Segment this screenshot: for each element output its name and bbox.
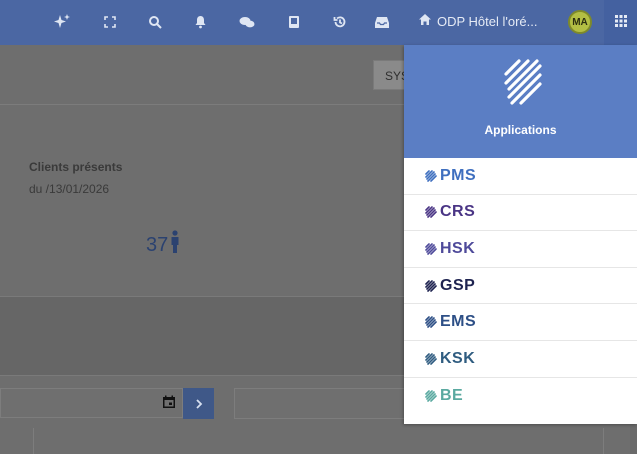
app-item-hsk[interactable]: HSK xyxy=(404,231,637,268)
clients-present-count: 37 xyxy=(146,230,180,260)
date-input[interactable] xyxy=(0,388,183,418)
app-logo-icon xyxy=(425,243,438,255)
fullscreen-icon[interactable] xyxy=(100,12,120,32)
secondary-input[interactable] xyxy=(234,388,404,419)
home-icon xyxy=(418,13,432,29)
clients-count-value: 37 xyxy=(146,233,169,256)
person-icon xyxy=(170,230,180,260)
app-item-pms[interactable]: PMS xyxy=(404,158,637,195)
hotel-selector[interactable]: ODP Hôtel l'oré... xyxy=(418,13,538,29)
clients-present-title: Clients présents xyxy=(29,160,123,174)
divider xyxy=(0,104,404,105)
clients-present-date: du /13/01/2026 xyxy=(29,182,110,196)
app-item-label: EMS xyxy=(440,313,477,331)
chevron-right-icon xyxy=(195,396,203,412)
app-item-label: CRS xyxy=(440,203,476,221)
book-icon[interactable] xyxy=(284,12,304,32)
apps-grid-icon xyxy=(614,14,627,32)
app-logo-icon xyxy=(425,352,438,365)
hotel-name: ODP Hôtel l'oré... xyxy=(437,13,538,29)
sparkle-icon[interactable] xyxy=(52,12,72,32)
bottom-panel xyxy=(33,428,604,454)
inbox-icon[interactable] xyxy=(372,12,392,32)
bell-icon[interactable] xyxy=(190,12,210,32)
app-item-label: PMS xyxy=(440,166,477,184)
app-item-label: KSK xyxy=(440,349,476,367)
app-logo-icon xyxy=(425,169,438,182)
app-item-ems[interactable]: EMS xyxy=(404,304,637,341)
user-avatar[interactable]: MA xyxy=(568,10,592,34)
applications-title: Applications xyxy=(484,123,557,137)
filter-band xyxy=(0,296,404,376)
applications-menu: Applications PMS CRS HSK GSP EMS KSK BE xyxy=(404,45,637,424)
chat-icon[interactable] xyxy=(237,12,257,32)
app-item-be[interactable]: BE xyxy=(404,378,637,415)
applications-list: PMS CRS HSK GSP EMS KSK BE xyxy=(404,158,637,414)
app-logo-icon xyxy=(425,279,438,292)
app-item-crs[interactable]: CRS xyxy=(404,195,637,232)
app-item-label: HSK xyxy=(440,239,476,257)
next-date-button[interactable] xyxy=(183,388,214,419)
app-logo-icon xyxy=(425,206,438,219)
top-bar: ODP Hôtel l'oré... MA xyxy=(0,0,637,45)
app-logo-icon xyxy=(425,390,438,402)
search-icon[interactable] xyxy=(145,12,165,32)
apps-grid-button[interactable] xyxy=(604,0,637,45)
app-item-label: BE xyxy=(440,386,464,404)
applications-logo-icon xyxy=(500,59,544,112)
app-logo-icon xyxy=(425,316,438,328)
app-item-ksk[interactable]: KSK xyxy=(404,341,637,378)
applications-header: Applications xyxy=(404,45,637,158)
app-item-label: GSP xyxy=(440,276,476,294)
history-icon[interactable] xyxy=(330,12,350,32)
calendar-icon[interactable] xyxy=(162,395,176,412)
app-item-gsp[interactable]: GSP xyxy=(404,268,637,305)
